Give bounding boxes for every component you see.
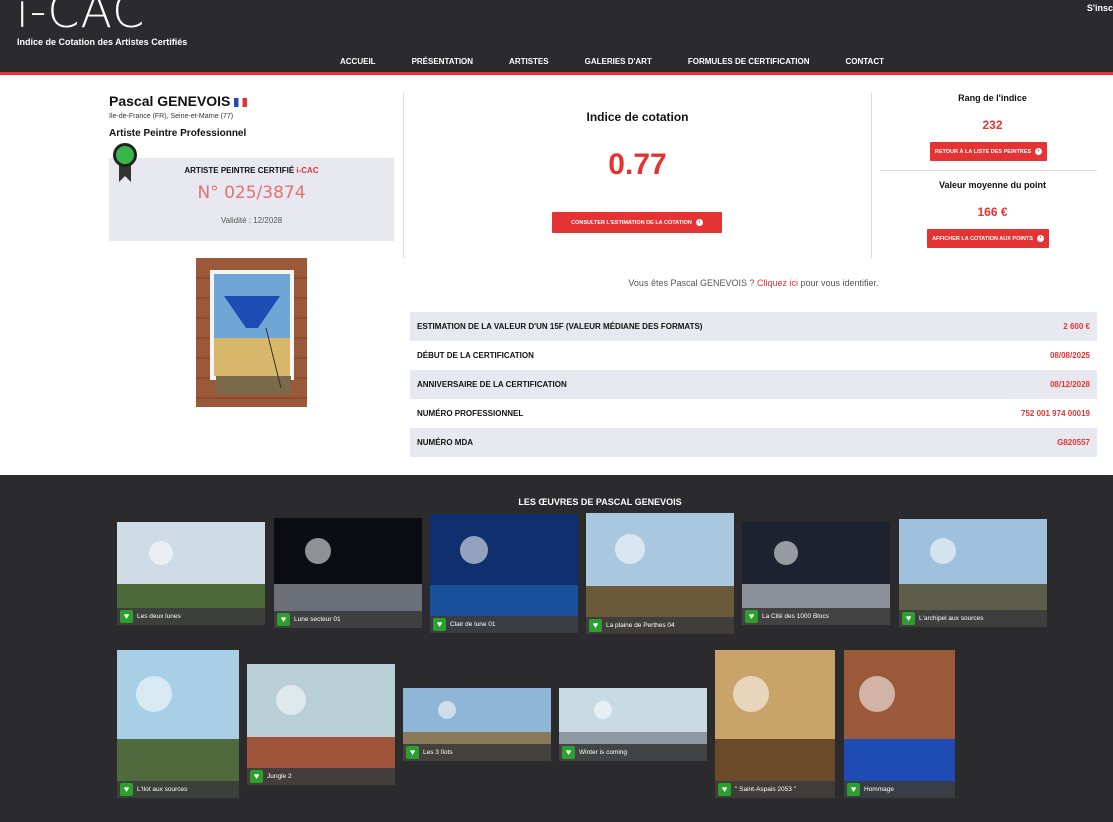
heart-icon[interactable]: ♥ — [406, 746, 419, 759]
artwork-title: L'Ilot aux sources — [137, 786, 188, 793]
artwork-caption: ♥ Hommage — [844, 781, 955, 798]
artwork-caption: ♥ Lune secteur 01 — [274, 611, 422, 628]
heart-icon[interactable]: ♥ — [120, 610, 133, 623]
heart-icon[interactable]: ♥ — [562, 746, 575, 759]
artwork-tile[interactable]: ♥ Les deux lunes — [117, 522, 265, 625]
artwork-title: Les deux lunes — [137, 613, 181, 620]
show-points-button[interactable]: AFFICHER LA COTATION AUX POINTS › — [927, 229, 1049, 248]
artwork-caption: ♥ L'Ilot aux sources — [117, 781, 239, 798]
artwork-title: Jungle 2 — [267, 773, 292, 780]
artwork-caption: ♥ La Cité des 1000 Blocs — [742, 608, 890, 625]
heart-icon[interactable]: ♥ — [277, 613, 290, 626]
artwork-title: Hommage — [864, 786, 894, 793]
artwork-tile[interactable]: ♥ Les 3 îlots — [403, 688, 551, 761]
nav-artistes[interactable]: ARTISTES — [509, 57, 549, 66]
artwork-title: Lune secteur 01 — [294, 616, 341, 623]
artwork-caption: ♥ La plaine de Perthes 04 — [586, 617, 734, 634]
artwork-caption: ♥ Les 3 îlots — [403, 744, 551, 761]
artwork-caption: ♥ Les deux lunes — [117, 608, 265, 625]
artwork-title: " Saint-Aspais 2053 " — [735, 786, 796, 793]
artwork-thumbnail — [844, 650, 955, 798]
chevron-right-icon: › — [695, 219, 703, 226]
heart-icon[interactable]: ♥ — [847, 783, 860, 796]
site-tagline: Indice de Cotation des Artistes Certifié… — [17, 37, 188, 47]
index-title: Indice de cotation — [586, 110, 689, 124]
signin-link[interactable]: S'insc — [1087, 3, 1113, 13]
artist-role: Artiste Peintre Professionnel — [109, 128, 247, 139]
heart-icon[interactable]: ♥ — [589, 619, 602, 632]
gallery-title: LES ŒUVRES DE PASCAL GENEVOIS — [518, 497, 682, 507]
artwork-title: Winter is coming — [579, 749, 628, 756]
info-row: ANNIVERSAIRE DE LA CERTIFICATION 08/12/20… — [410, 370, 1097, 399]
artwork-tile[interactable]: ♥ " Saint-Aspais 2053 " — [715, 650, 835, 798]
nav-presentation[interactable]: PRÉSENTATION — [412, 57, 473, 66]
heart-icon[interactable]: ♥ — [120, 783, 133, 796]
artwork-thumbnail — [117, 650, 239, 798]
artwork-tile[interactable]: ♥ Lune secteur 01 — [274, 518, 422, 628]
nav-accueil[interactable]: ACCUEIL — [340, 57, 376, 66]
artwork-tile[interactable]: ♥ L'archipel aux sources — [899, 519, 1047, 627]
info-row: DÉBUT DE LA CERTIFICATION 08/08/2025 — [417, 351, 1090, 360]
nav-contact[interactable]: CONTACT — [845, 57, 884, 66]
artwork-tile[interactable]: ♥ La plaine de Perthes 04 — [586, 513, 734, 634]
artwork-caption: ♥ Clair de lune 01 — [430, 616, 578, 633]
nav-galeries[interactable]: GALERIES D'ART — [585, 57, 652, 66]
rank-title: Rang de l'indice — [958, 93, 1027, 103]
artist-name: Pascal GENEVOIS — [109, 93, 248, 109]
artist-profile: Pascal GENEVOIS Ile-de-France (FR), Sein… — [0, 75, 1113, 475]
certificate-number: N° 025/3874 — [197, 183, 306, 203]
artwork-tile[interactable]: ♥ Clair de lune 01 — [430, 514, 578, 633]
certified-medal-icon — [113, 143, 137, 182]
artwork-thumbnail — [247, 664, 395, 785]
artwork-caption: ♥ Winter is coming — [559, 744, 707, 761]
rank-value: 232 — [982, 118, 1003, 132]
artwork-caption: ♥ " Saint-Aspais 2053 " — [715, 781, 835, 798]
artwork-caption: ♥ L'archipel aux sources — [899, 610, 1047, 627]
artwork-title: La Cité des 1000 Blocs — [762, 613, 829, 620]
rank-divider — [880, 170, 1097, 171]
artwork-thumbnail — [715, 650, 835, 798]
back-to-painters-button[interactable]: RETOUR À LA LISTE DES PEINTRES › — [930, 142, 1047, 161]
heart-icon[interactable]: ♥ — [250, 770, 263, 783]
heart-icon[interactable]: ♥ — [902, 612, 915, 625]
identify-link[interactable]: Cliquez ici — [757, 278, 798, 288]
artwork-thumbnail — [586, 513, 734, 634]
france-flag-icon — [234, 97, 248, 107]
artwork-tile[interactable]: ♥ Hommage — [844, 650, 955, 798]
certificate-validity: Validité : 12/2028 — [220, 216, 283, 225]
certificate-box: ARTISTE PEINTRE CERTIFIÉ i-CAC N° 025/38… — [109, 158, 394, 241]
site-logo[interactable]: i-CAC — [16, 0, 145, 38]
site-header: i-CAC Indice de Cotation des Artistes Ce… — [0, 0, 1113, 72]
artwork-tile[interactable]: ♥ L'Ilot aux sources — [117, 650, 239, 798]
artwork-title: Clair de lune 01 — [450, 621, 496, 628]
certificate-title: ARTISTE PEINTRE CERTIFIÉ i-CAC — [184, 166, 319, 175]
info-row: ESTIMATION DE LA VALEUR D'UN 15F (VALEUR… — [410, 312, 1097, 341]
heart-icon[interactable]: ♥ — [433, 618, 446, 631]
point-value: 166 € — [977, 205, 1008, 219]
identify-prompt: Vous êtes Pascal GENEVOIS ? Cliquez ici … — [628, 278, 879, 288]
artist-location: Ile-de-France (FR), Seine-et-Marne (77) — [109, 113, 234, 120]
main-nav: ACCUEIL PRÉSENTATION ARTISTES GALERIES D… — [340, 57, 920, 66]
info-row: NUMÉRO MDA G820557 — [410, 428, 1097, 457]
artwork-tile[interactable]: ♥ La Cité des 1000 Blocs — [742, 522, 890, 625]
consult-estimation-button[interactable]: CONSULTER L'ESTIMATION DE LA COTATION › — [552, 212, 722, 233]
artwork-title: La plaine de Perthes 04 — [606, 622, 675, 629]
artwork-title: L'archipel aux sources — [919, 615, 984, 622]
chevron-right-icon: › — [1035, 148, 1043, 155]
heart-icon[interactable]: ♥ — [745, 610, 758, 623]
featured-artwork[interactable] — [196, 258, 307, 407]
artwork-caption: ♥ Jungle 2 — [247, 768, 395, 785]
certification-info-table: ESTIMATION DE LA VALEUR D'UN 15F (VALEUR… — [410, 312, 1097, 457]
nav-formules[interactable]: FORMULES DE CERTIFICATION — [688, 57, 810, 66]
artwork-title: Les 3 îlots — [423, 749, 453, 756]
artwork-tile[interactable]: ♥ Jungle 2 — [247, 664, 395, 785]
artwork-tile[interactable]: ♥ Winter is coming — [559, 688, 707, 761]
index-value: 0.77 — [608, 148, 667, 181]
info-row: NUMÉRO PROFESSIONNEL 752 001 974 00019 — [417, 409, 1090, 418]
point-title: Valeur moyenne du point — [938, 180, 1046, 190]
chevron-right-icon: › — [1036, 235, 1044, 242]
heart-icon[interactable]: ♥ — [718, 783, 731, 796]
